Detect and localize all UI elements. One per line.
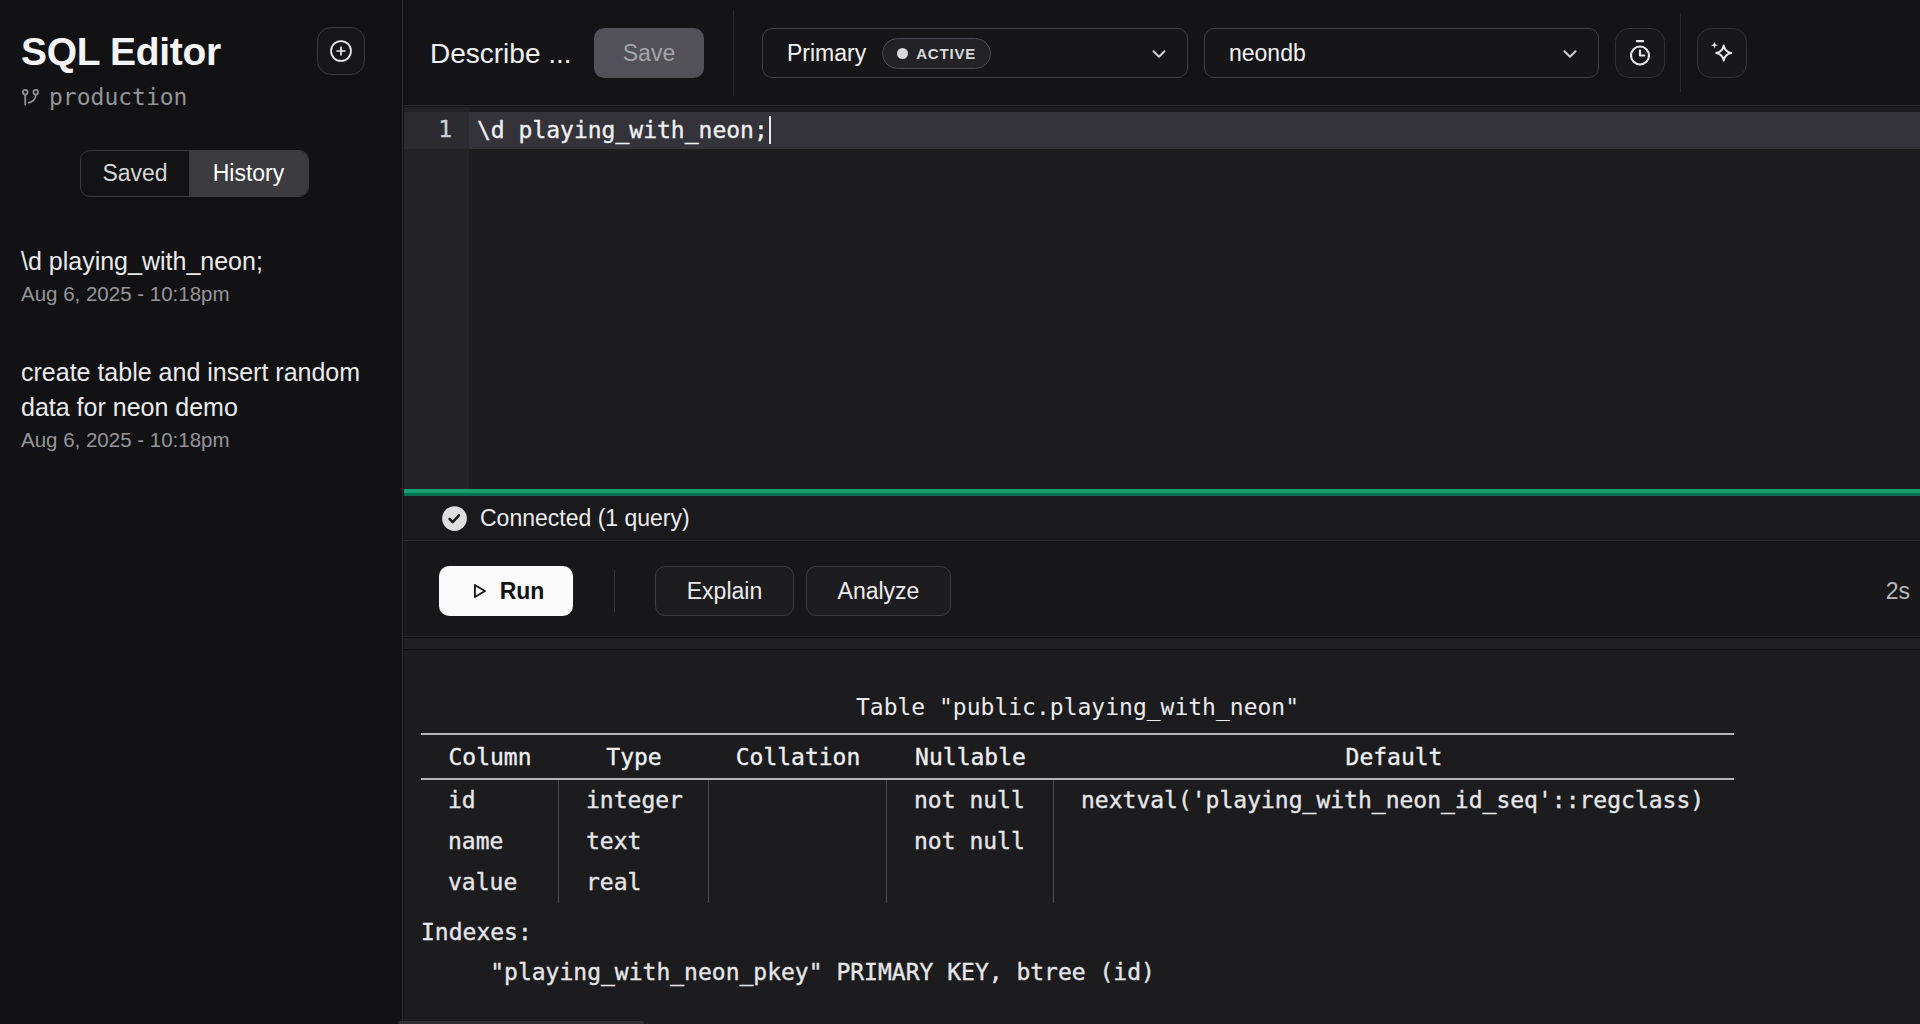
status-dot-icon xyxy=(897,48,908,59)
check-circle-icon xyxy=(441,505,468,532)
active-badge: ACTIVE xyxy=(882,38,991,69)
text-cursor xyxy=(769,116,772,144)
results-col-header: Type xyxy=(559,733,709,780)
results-table-title: Table "public.playing_with_neon" xyxy=(421,694,1734,720)
results-col-header: Default xyxy=(1054,733,1734,780)
results-cell: name xyxy=(421,821,559,862)
history-item-time: Aug 6, 2025 - 10:18pm xyxy=(21,425,401,455)
branch-indicator: production xyxy=(20,84,187,110)
history-list: \d playing_with_neon;Aug 6, 2025 - 10:18… xyxy=(21,244,401,501)
results-indexes: Indexes: "playing_with_neon_pkey" PRIMAR… xyxy=(421,912,1155,992)
run-button[interactable]: Run xyxy=(439,566,573,616)
results-panel: Table "public.playing_with_neon" ColumnT… xyxy=(404,650,1920,1024)
tab-saved[interactable]: Saved xyxy=(81,151,189,196)
database-select[interactable]: neondb xyxy=(1204,28,1599,78)
topbar-divider xyxy=(733,10,734,96)
new-query-button[interactable] xyxy=(317,27,365,75)
actions-row: Run Explain Analyze 2s xyxy=(404,542,1920,637)
results-cell: text xyxy=(559,821,709,862)
history-item-time: Aug 6, 2025 - 10:18pm xyxy=(21,279,401,309)
play-icon xyxy=(468,580,490,602)
history-item[interactable]: \d playing_with_neon;Aug 6, 2025 - 10:18… xyxy=(21,244,401,309)
stopwatch-icon xyxy=(1625,38,1655,68)
actions-divider xyxy=(614,570,615,612)
sidebar: SQL Editor production Saved History \d p… xyxy=(0,0,403,1024)
results-cell: value xyxy=(421,862,559,903)
topbar-divider xyxy=(1680,13,1681,92)
results-cell xyxy=(709,821,887,862)
results-col-header: Nullable xyxy=(887,733,1054,780)
explain-button[interactable]: Explain xyxy=(655,566,794,616)
chevron-down-icon xyxy=(1559,43,1581,69)
query-duration: 2s xyxy=(1886,578,1910,605)
code-editor[interactable]: 1 \d playing_with_neon; xyxy=(404,107,1920,489)
branch-select[interactable]: Primary ACTIVE xyxy=(762,28,1188,78)
query-tab-title[interactable]: Describe ... xyxy=(430,38,572,70)
results-table: ColumnTypeCollationNullableDefault idinte… xyxy=(421,733,1734,903)
analyze-button[interactable]: Analyze xyxy=(806,566,951,616)
results-cell: not null xyxy=(887,780,1054,821)
plus-circle-icon xyxy=(328,38,354,64)
history-item-title: \d playing_with_neon; xyxy=(21,244,401,279)
results-cell: real xyxy=(559,862,709,903)
save-button[interactable]: Save xyxy=(594,28,704,78)
history-item[interactable]: create table and insert random data for … xyxy=(21,355,401,455)
main-panel: Describe ... Save Primary ACTIVE neondb xyxy=(404,0,1920,1024)
history-item-title: create table and insert random data for … xyxy=(21,355,401,425)
results-cell: integer xyxy=(559,780,709,821)
branch-name: production xyxy=(49,84,187,110)
database-select-value: neondb xyxy=(1229,40,1306,67)
topbar: Describe ... Save Primary ACTIVE neondb xyxy=(404,0,1920,106)
connection-status: Connected (1 query) xyxy=(480,505,690,532)
git-branch-icon xyxy=(20,87,41,108)
results-cell xyxy=(1054,862,1734,903)
app-title: SQL Editor xyxy=(21,30,221,74)
tab-history[interactable]: History xyxy=(189,151,308,196)
ai-assist-button[interactable] xyxy=(1697,28,1747,78)
chevron-down-icon xyxy=(1148,43,1170,69)
results-cell xyxy=(887,862,1054,903)
results-cell xyxy=(709,780,887,821)
branch-select-value: Primary xyxy=(787,40,866,67)
history-timer-button[interactable] xyxy=(1615,28,1665,78)
sparkles-icon xyxy=(1707,38,1737,68)
results-cell xyxy=(1054,821,1734,862)
results-col-header: Collation xyxy=(709,733,887,780)
results-cell: nextval('playing_with_neon_id_seq'::regc… xyxy=(1054,780,1734,821)
results-cell xyxy=(709,862,887,903)
status-row: Connected (1 query) xyxy=(404,496,1920,541)
results-cell: id xyxy=(421,780,559,821)
code-line[interactable]: \d playing_with_neon; xyxy=(477,116,771,144)
line-number: 1 xyxy=(404,116,452,142)
results-divider-band xyxy=(404,637,1920,650)
progress-bar xyxy=(404,489,1920,496)
editor-gutter xyxy=(404,107,469,489)
results-cell: not null xyxy=(887,821,1054,862)
results-col-header: Column xyxy=(421,733,559,780)
saved-history-tabs: Saved History xyxy=(80,150,309,197)
